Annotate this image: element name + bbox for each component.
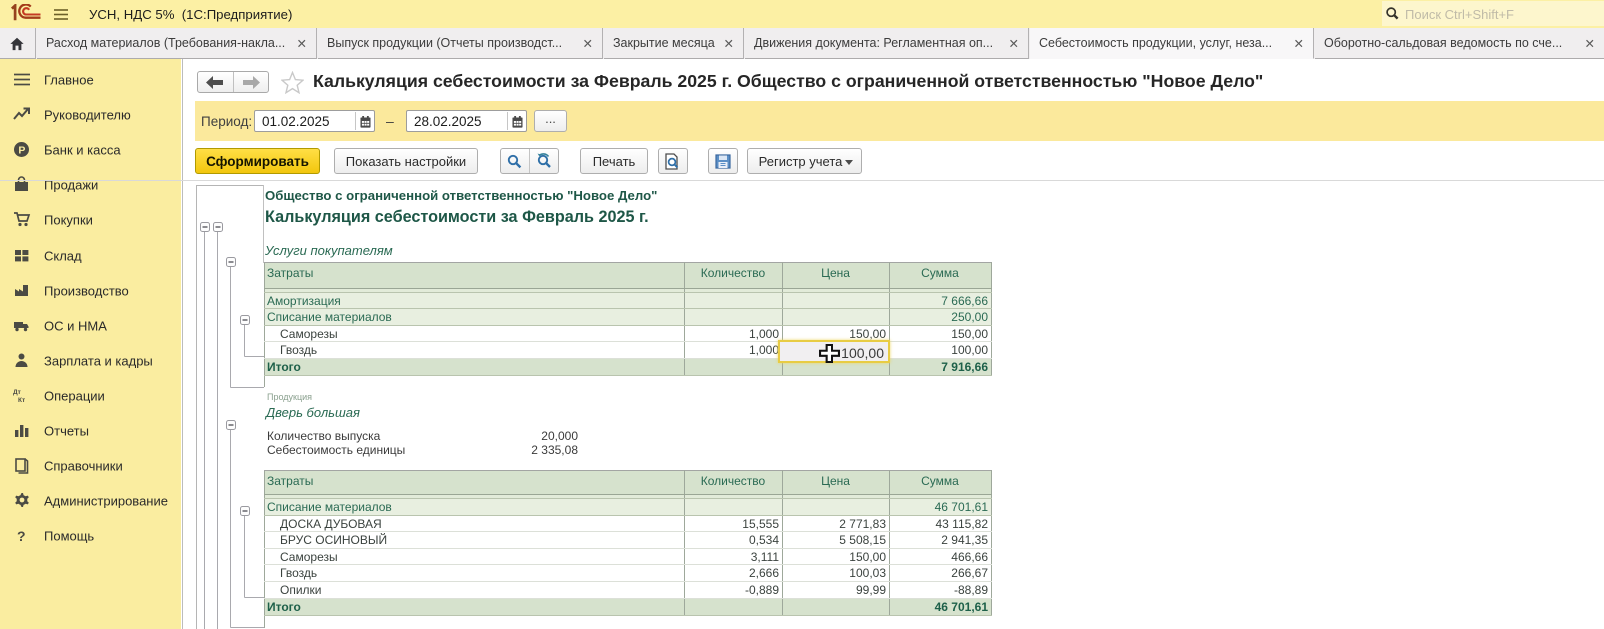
svg-text:Кт: Кт bbox=[18, 397, 25, 404]
svg-text:?: ? bbox=[17, 528, 26, 544]
svg-text:Дт: Дт bbox=[13, 389, 21, 396]
svg-text:P: P bbox=[18, 145, 25, 157]
